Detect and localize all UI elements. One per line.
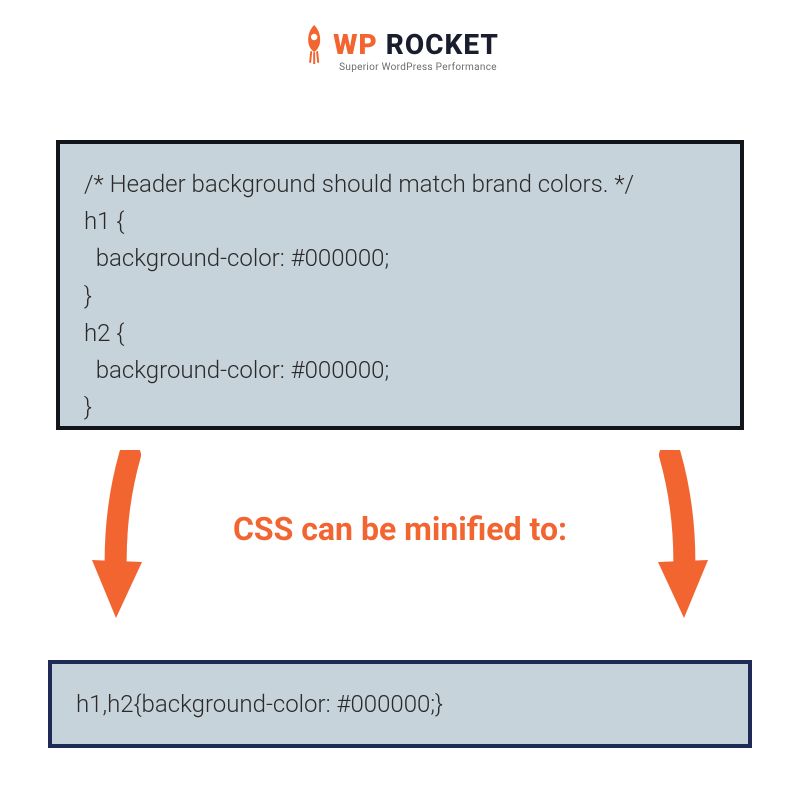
arrow-down-icon bbox=[640, 450, 720, 630]
code-line: h1,h2{background-color: #000000;} bbox=[76, 690, 724, 718]
rocket-icon bbox=[301, 24, 327, 64]
logo-text-wp: WP bbox=[333, 28, 378, 61]
code-line: } bbox=[84, 278, 716, 315]
code-line: /* Header background should match brand … bbox=[84, 166, 716, 203]
code-line: background-color: #000000; bbox=[84, 352, 716, 389]
logo-tagline: Superior WordPress Performance bbox=[301, 62, 499, 73]
code-after-box: h1,h2{background-color: #000000;} bbox=[48, 660, 752, 748]
code-before-box: /* Header background should match brand … bbox=[56, 140, 744, 430]
logo-text-rocket: ROCKET bbox=[378, 28, 499, 61]
code-line: background-color: #000000; bbox=[84, 240, 716, 277]
arrow-down-icon bbox=[80, 450, 160, 630]
code-line: } bbox=[84, 389, 716, 426]
brand-logo: WP ROCKET Superior WordPress Performance bbox=[301, 24, 499, 73]
logo-row: WP ROCKET bbox=[301, 24, 499, 64]
code-line: h1 { bbox=[84, 203, 716, 240]
code-line: h2 { bbox=[84, 315, 716, 352]
caption-text: CSS can be minified to: bbox=[233, 510, 567, 548]
logo-text: WP ROCKET bbox=[333, 28, 499, 61]
